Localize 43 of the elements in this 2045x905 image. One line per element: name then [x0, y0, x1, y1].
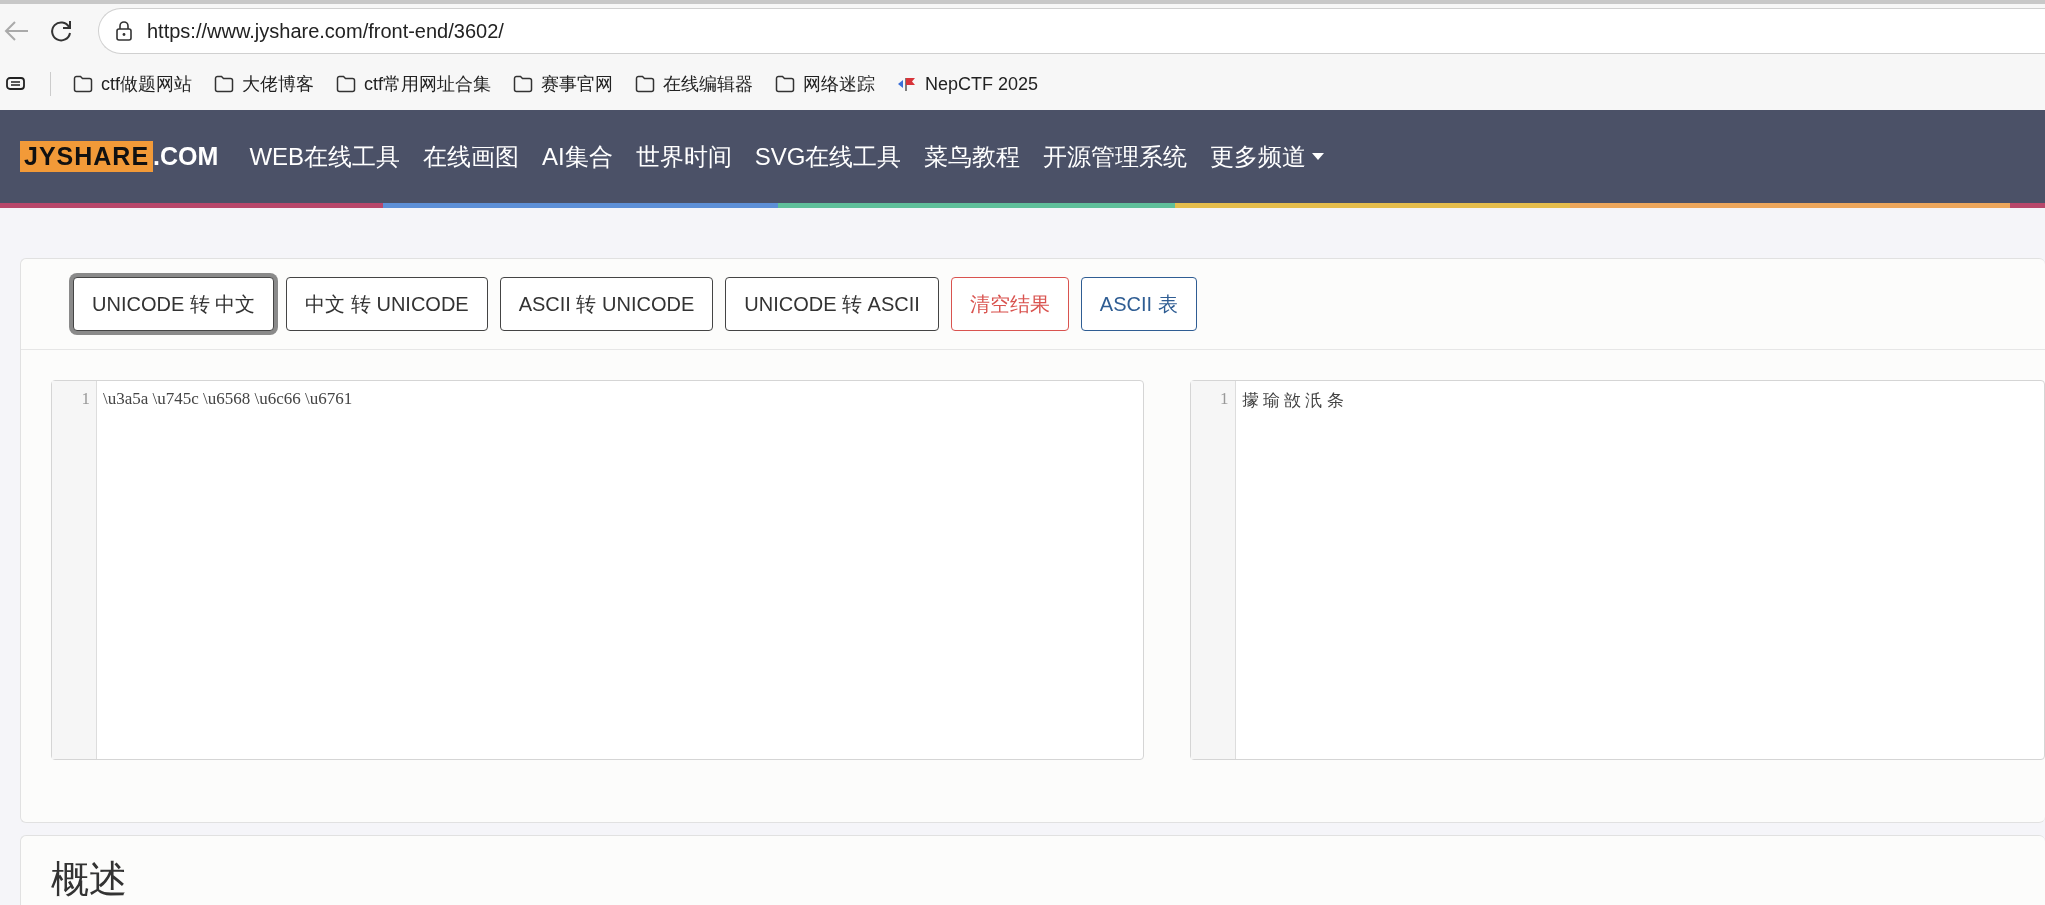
bookmark-link[interactable]: ctf做题网站 [73, 72, 192, 96]
bookmark-link[interactable]: 网络迷踪 [775, 72, 876, 96]
nav-link[interactable]: 开源管理系统 [1043, 140, 1188, 173]
folder-icon [775, 75, 796, 93]
output-editor[interactable]: 1 㩚 瑜 敨 汦 条 [1189, 380, 2045, 760]
convert-button[interactable]: ASCII 表 [1080, 277, 1197, 331]
reload-icon[interactable] [48, 18, 74, 44]
flag-icon [897, 75, 918, 93]
folder-icon [635, 75, 656, 93]
code-line: \u3a5a \u745c \u6568 \u6c66 \u6761 [102, 388, 353, 409]
bookmark-link[interactable]: 大佬博客 [214, 72, 314, 96]
site-logo[interactable]: JYSHARE .COM [20, 141, 219, 172]
url-text: https://www.jyshare.com/front-end/3602/ [147, 19, 504, 43]
nav-link[interactable]: 菜鸟教程 [924, 140, 1021, 173]
address-bar[interactable]: https://www.jyshare.com/front-end/3602/ [98, 8, 2045, 54]
nav-dropdown[interactable]: 更多频道 [1210, 140, 1325, 173]
folder-icon [214, 75, 234, 93]
convert-button[interactable]: 清空结果 [950, 277, 1069, 331]
folder-icon [336, 75, 356, 93]
lock-icon [115, 21, 133, 41]
nav-link[interactable]: SVG在线工具 [754, 140, 902, 173]
nav-link[interactable]: 在线画图 [423, 140, 520, 173]
nav-link[interactable]: 世界时间 [635, 140, 732, 173]
convert-button[interactable]: 中文 转 UNICODE [286, 277, 488, 331]
bookmark-link[interactable]: 赛事官网 [513, 72, 614, 96]
line-number: 1 [81, 389, 91, 409]
logo-suffix: .COM [153, 142, 219, 171]
logo-mark: JYSHARE [20, 141, 154, 172]
convert-button[interactable]: ASCII 转 UNICODE [499, 277, 714, 331]
bookmark-link[interactable]: NepCTF 2025 [897, 73, 1039, 95]
bookmark-link[interactable]: 在线编辑器 [635, 72, 754, 96]
convert-button[interactable]: UNICODE 转 ASCII [725, 277, 939, 331]
folder-icon [513, 75, 534, 93]
nav-link[interactable]: WEB在线工具 [249, 140, 401, 173]
folder-icon [73, 75, 93, 93]
tab-actions-icon[interactable] [6, 76, 28, 92]
line-number: 1 [1220, 389, 1230, 409]
nav-link[interactable]: AI集合 [542, 140, 613, 173]
caret-icon [1312, 153, 1325, 160]
section-title: 概述 [51, 857, 128, 902]
code-line: 㩚 瑜 敨 汦 条 [1240, 390, 1344, 409]
input-editor[interactable]: 1 \u3a5a \u745c \u6568 \u6c66 \u6761 [51, 380, 1144, 760]
bookmark-link[interactable]: ctf常用网址合集 [336, 72, 492, 96]
